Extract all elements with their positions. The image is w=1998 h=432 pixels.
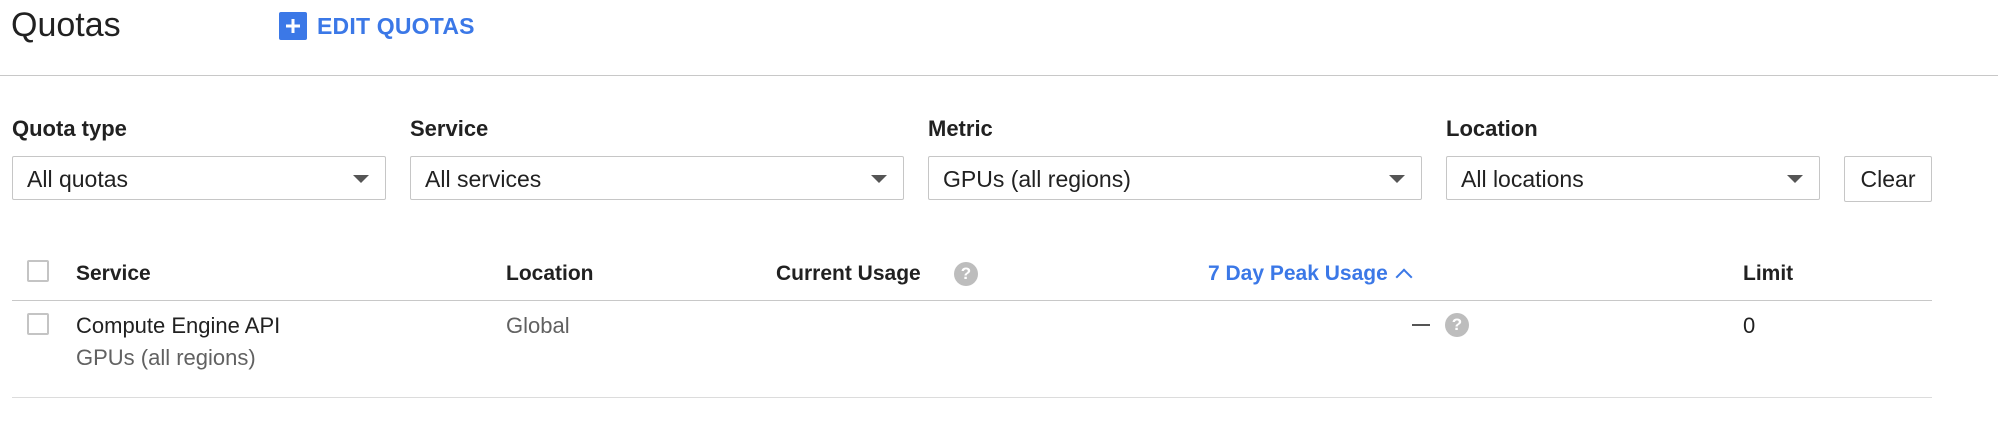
row-peak-usage: — (1412, 313, 1434, 339)
peak-usage-dash (1412, 324, 1430, 326)
column-header-current-usage[interactable]: Current Usage (776, 262, 921, 286)
dropdown-arrow-icon (1389, 175, 1405, 183)
column-header-limit[interactable]: Limit (1743, 262, 1793, 286)
service-filter-value: All services (425, 166, 542, 192)
quota-type-label: Quota type (12, 116, 127, 141)
edit-quotas-label: EDIT QUOTAS (317, 12, 475, 39)
table-header: Service Location Current Usage ? 7 Day P… (12, 248, 1932, 301)
location-select[interactable]: All locations (1446, 156, 1820, 200)
service-filter: Service All services (410, 116, 904, 200)
column-header-location[interactable]: Location (506, 262, 594, 286)
dropdown-arrow-icon (353, 175, 369, 183)
dropdown-arrow-icon (871, 175, 887, 183)
row-metric-name: GPUs (all regions) (76, 345, 256, 370)
quota-type-value: All quotas (27, 166, 129, 192)
page-title: Quotas (11, 6, 121, 44)
service-select[interactable]: All services (410, 156, 904, 200)
page-header: Quotas EDIT QUOTAS (0, 0, 1998, 76)
column-header-peak-usage[interactable]: 7 Day Peak Usage (1208, 262, 1413, 286)
sort-ascending-icon (1395, 268, 1413, 286)
dropdown-arrow-icon (1787, 175, 1803, 183)
peak-usage-label: 7 Day Peak Usage (1208, 262, 1388, 285)
row-service-name: Compute Engine API (76, 313, 281, 338)
row-location: Global (506, 313, 570, 338)
help-icon[interactable]: ? (954, 262, 978, 286)
clear-filters-button[interactable]: Clear (1844, 156, 1932, 202)
column-header-service[interactable]: Service (76, 262, 151, 286)
quota-type-filter: Quota type All quotas (12, 116, 386, 200)
plus-icon (279, 12, 307, 40)
service-filter-label: Service (410, 116, 489, 141)
metric-select[interactable]: GPUs (all regions) (928, 156, 1422, 200)
location-filter-value: All locations (1461, 166, 1584, 192)
location-filter: Location All locations (1446, 116, 1820, 200)
location-filter-label: Location (1446, 116, 1538, 141)
metric-filter-value: GPUs (all regions) (943, 166, 1131, 192)
quota-type-select[interactable]: All quotas (12, 156, 386, 200)
help-icon[interactable]: ? (1445, 313, 1469, 337)
quotas-table: Service Location Current Usage ? 7 Day P… (12, 248, 1932, 398)
row-checkbox[interactable] (27, 313, 49, 335)
row-limit: 0 (1743, 313, 1756, 338)
metric-filter-label: Metric (928, 116, 993, 141)
select-all-checkbox[interactable] (27, 260, 49, 282)
edit-quotas-button[interactable]: EDIT QUOTAS (279, 12, 475, 40)
table-row: Compute Engine API GPUs (all regions) Gl… (12, 301, 1932, 398)
metric-filter: Metric GPUs (all regions) (928, 116, 1422, 200)
